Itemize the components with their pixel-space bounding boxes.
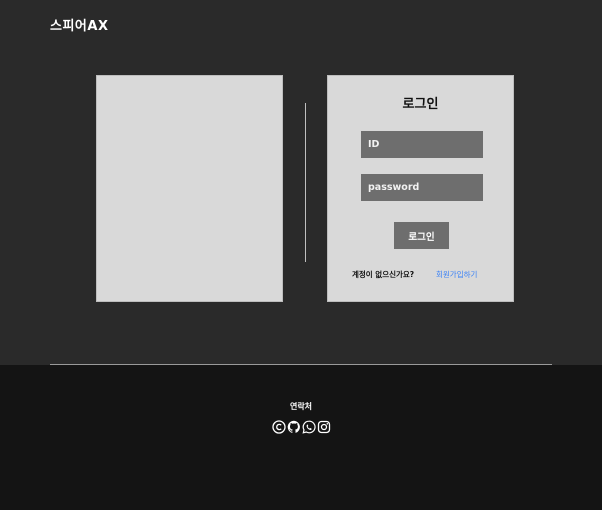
id-input[interactable] bbox=[361, 131, 483, 158]
whatsapp-icon[interactable] bbox=[302, 420, 316, 434]
signup-link[interactable]: 회원가입하기 bbox=[436, 269, 477, 280]
copyright-icon[interactable] bbox=[272, 420, 286, 434]
login-button[interactable]: 로그인 bbox=[394, 222, 449, 249]
password-input[interactable] bbox=[361, 174, 483, 201]
image-placeholder bbox=[96, 75, 283, 302]
login-title: 로그인 bbox=[402, 97, 439, 112]
instagram-icon[interactable] bbox=[317, 420, 331, 434]
footer-title: 연락처 bbox=[289, 402, 313, 411]
page: 스피어AX 로그인 로그인 계정이 없으신가요? 회원가입하기 연락처 bbox=[0, 0, 602, 510]
github-icon[interactable] bbox=[287, 420, 301, 434]
vertical-divider bbox=[305, 103, 306, 262]
footer: 연락처 bbox=[0, 365, 602, 510]
signup-prompt: 계정이 없으신가요? bbox=[352, 270, 415, 279]
logo[interactable]: 스피어AX bbox=[50, 15, 108, 34]
login-card: 로그인 로그인 계정이 없으신가요? 회원가입하기 bbox=[327, 75, 514, 302]
social-links bbox=[272, 420, 331, 434]
